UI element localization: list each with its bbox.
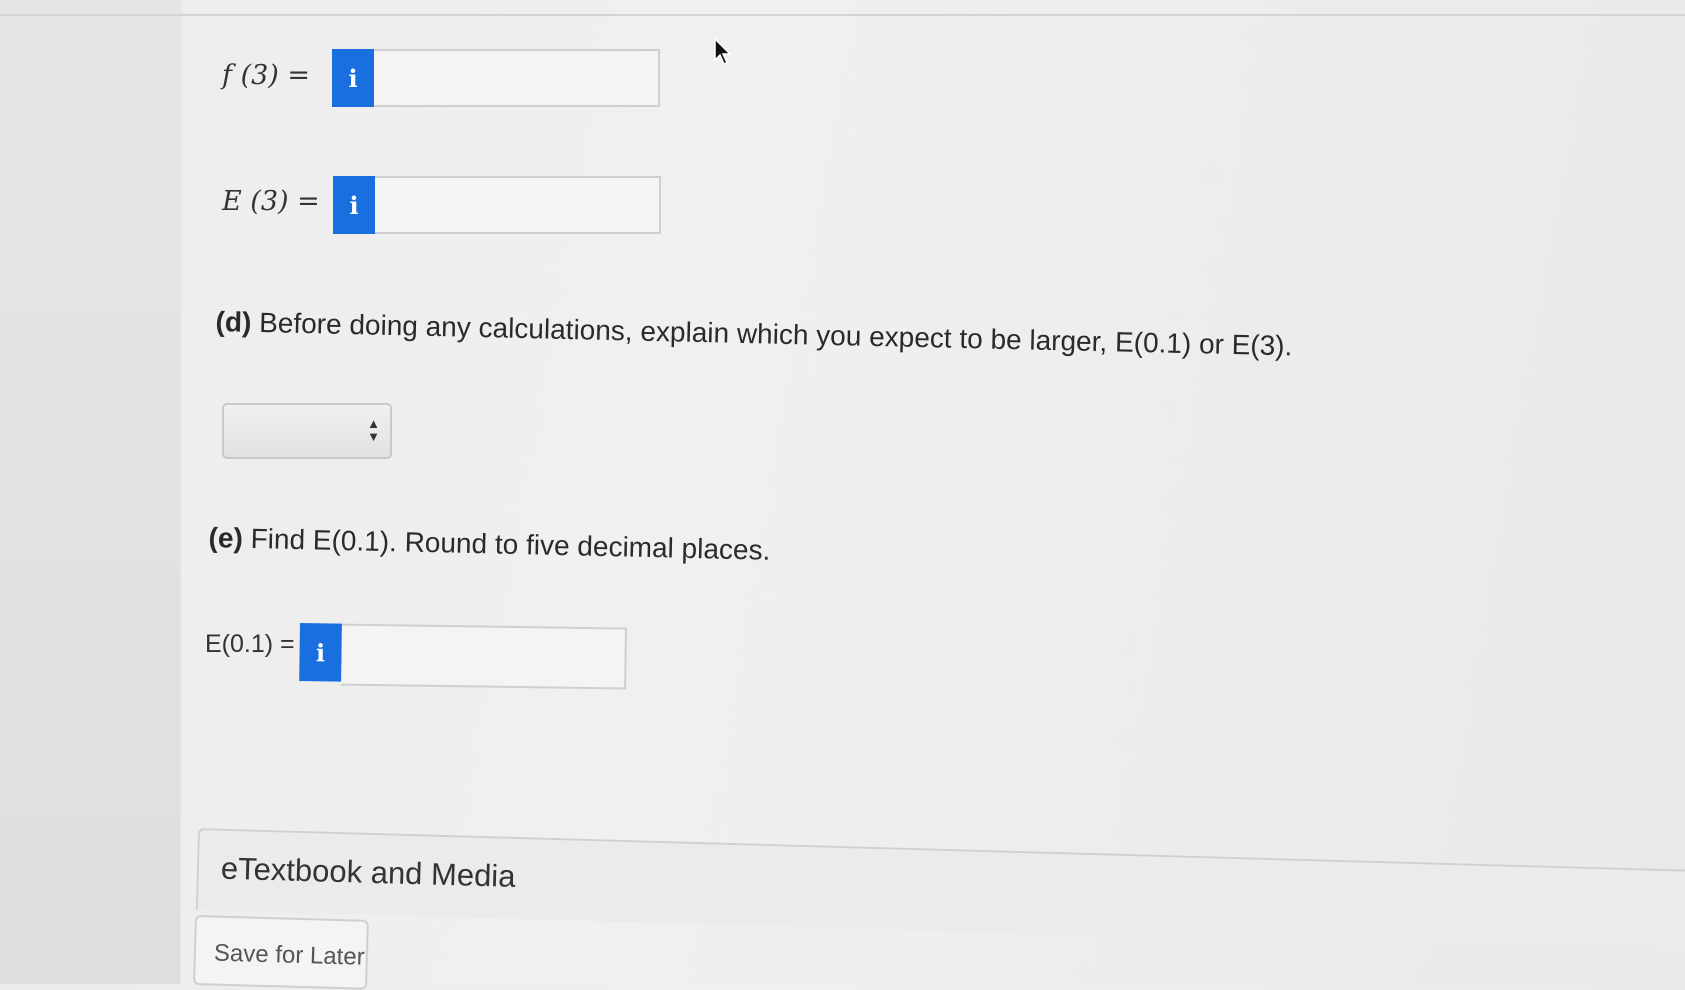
f3-label: f (3) =	[222, 60, 311, 91]
question-e: (e) Find E(0.1). Round to five decimal p…	[208, 522, 770, 567]
E01-label: E(0.1) =	[205, 630, 295, 658]
f3-answer-group: i	[332, 49, 660, 107]
info-icon[interactable]: i	[333, 176, 375, 234]
select-arrows-icon: ▲ ▼	[367, 416, 380, 444]
question-d: (d) Before doing any calculations, expla…	[215, 306, 1292, 362]
question-e-letter: (e)	[208, 522, 244, 554]
E3-answer-group: i	[333, 176, 661, 234]
save-for-later-button[interactable]: Save for Later	[193, 915, 369, 990]
question-d-letter: (d)	[215, 306, 252, 338]
question-e-text: Find E(0.1). Round to five decimal place…	[250, 522, 771, 566]
question-d-text: Before doing any calculations, explain w…	[258, 306, 1293, 362]
left-margin	[0, 0, 181, 984]
E01-input[interactable]	[341, 623, 627, 690]
E01-answer-group: i	[299, 623, 627, 690]
info-icon[interactable]: i	[299, 623, 342, 682]
E3-label: E (3) =	[222, 186, 320, 217]
f3-input[interactable]	[374, 49, 660, 107]
larger-value-select[interactable]: ▲ ▼	[222, 403, 392, 459]
top-divider	[0, 14, 1685, 16]
etextbook-label: eTextbook and Media	[220, 850, 516, 894]
etextbook-panel[interactable]: eTextbook and Media	[195, 828, 1685, 953]
info-icon[interactable]: i	[332, 49, 374, 107]
mouse-cursor-icon	[714, 38, 732, 66]
E3-input[interactable]	[375, 176, 661, 234]
